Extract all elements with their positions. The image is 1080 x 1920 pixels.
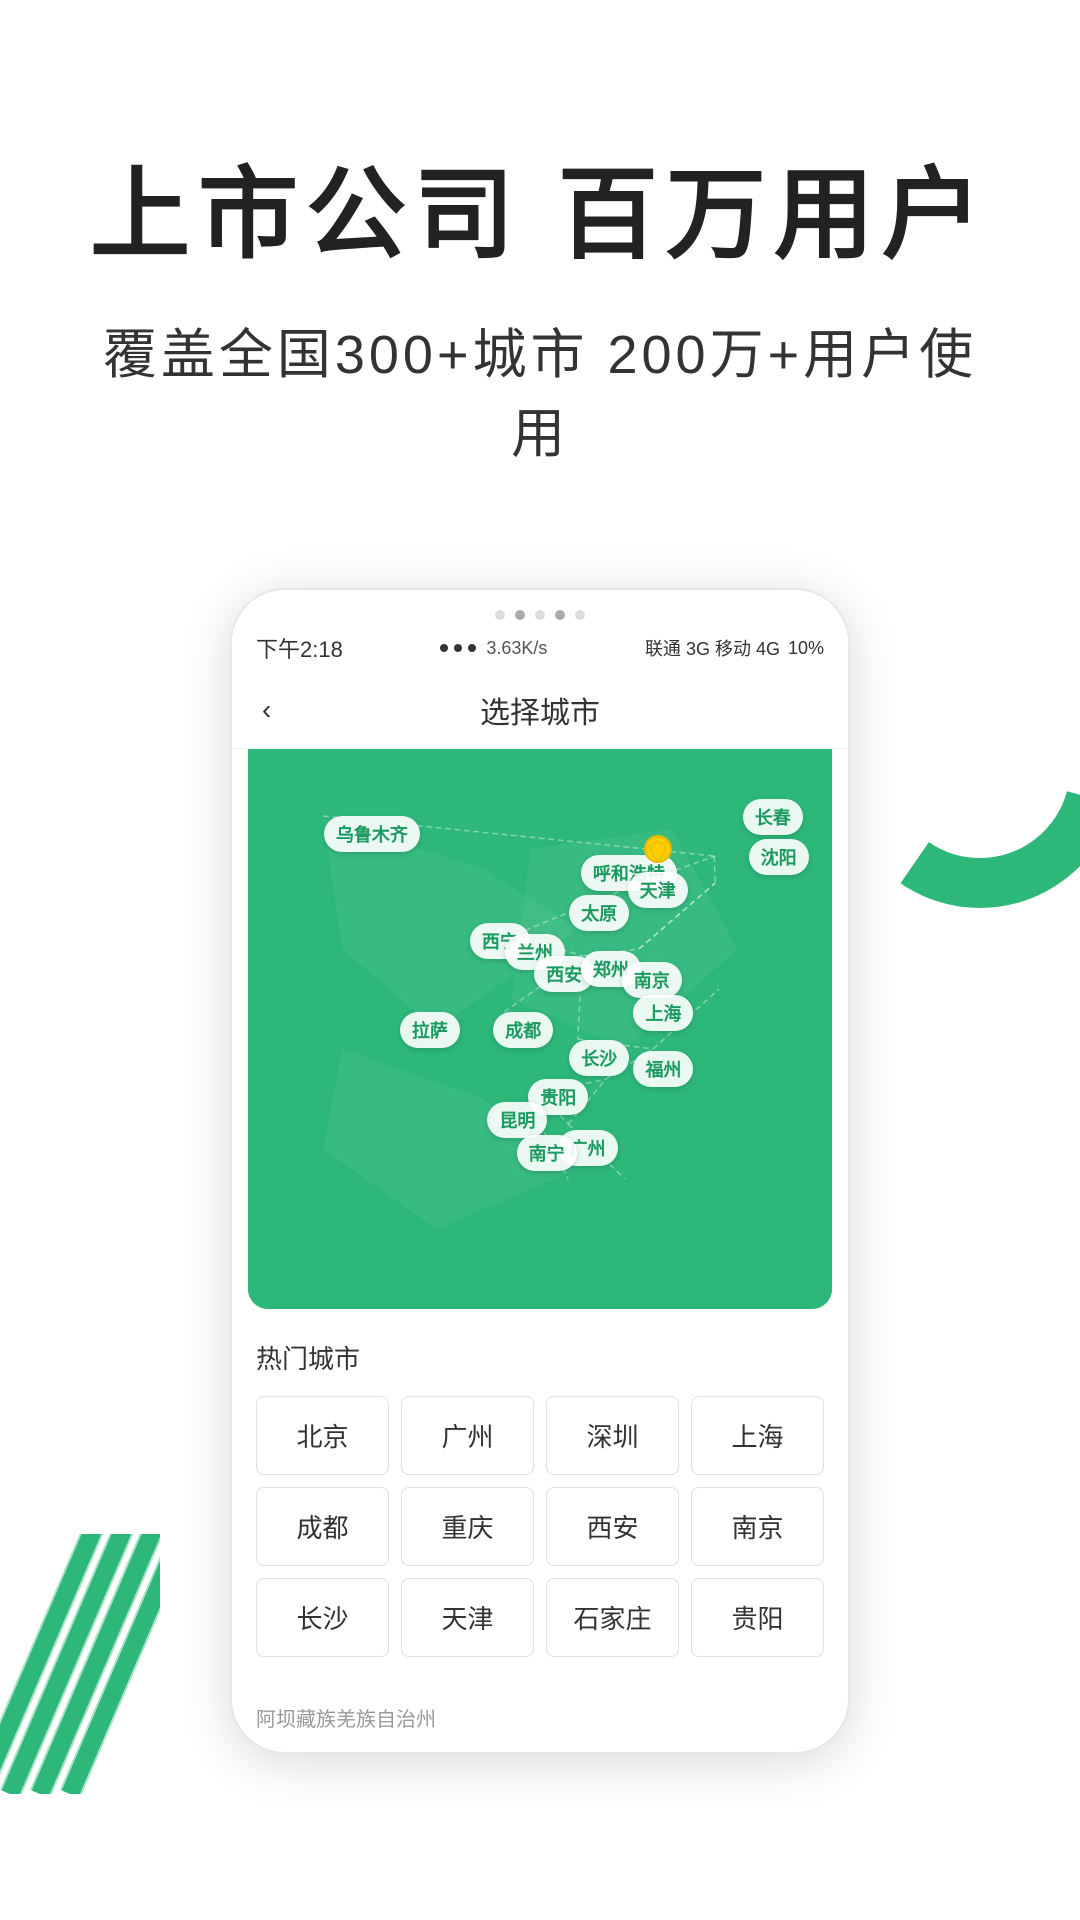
status-bar: 下午2:18 3.63K/s 联通 3G 移动 4G 10% bbox=[232, 620, 848, 672]
top-section: 上市公司 百万用户 覆盖全国300+城市 200万+用户使用 bbox=[0, 0, 1080, 528]
dot4 bbox=[555, 610, 565, 620]
city-grid: 北京广州深圳上海成都重庆西安南京长沙天津石家庄贵阳 bbox=[256, 1396, 824, 1657]
city-taiyuan[interactable]: 太原 bbox=[569, 895, 629, 931]
phone-mockup: 下午2:18 3.63K/s 联通 3G 移动 4G 10% ‹ 选择城市 bbox=[230, 588, 850, 1754]
city-fuzhou[interactable]: 福州 bbox=[633, 1051, 693, 1087]
dot1 bbox=[495, 610, 505, 620]
city-nanjing[interactable]: 南京 bbox=[622, 962, 682, 998]
phone-section: 下午2:18 3.63K/s 联通 3G 移动 4G 10% ‹ 选择城市 bbox=[0, 528, 1080, 1794]
city-button-石家庄[interactable]: 石家庄 bbox=[546, 1578, 679, 1657]
status-center: 3.63K/s bbox=[440, 638, 547, 659]
city-button-成都[interactable]: 成都 bbox=[256, 1487, 389, 1566]
city-wulumuqi[interactable]: 乌鲁木齐 bbox=[324, 816, 420, 852]
city-changchun[interactable]: 长春 bbox=[743, 799, 803, 835]
city-tianjin-label: 天津 bbox=[628, 872, 688, 908]
city-tianjin-container[interactable]: 天津 bbox=[628, 872, 688, 908]
city-shanghai[interactable]: 上海 bbox=[633, 995, 693, 1031]
city-button-重庆[interactable]: 重庆 bbox=[401, 1487, 534, 1566]
stripe-decoration bbox=[0, 1534, 160, 1794]
back-button[interactable]: ‹ bbox=[262, 694, 271, 726]
stripes-svg bbox=[0, 1534, 160, 1794]
dot5 bbox=[575, 610, 585, 620]
city-button-天津[interactable]: 天津 bbox=[401, 1578, 534, 1657]
hot-cities-section: 热门城市 北京广州深圳上海成都重庆西安南京长沙天津石家庄贵阳 bbox=[232, 1309, 848, 1687]
hot-cities-title: 热门城市 bbox=[256, 1339, 824, 1376]
city-button-广州[interactable]: 广州 bbox=[401, 1396, 534, 1475]
city-button-贵阳[interactable]: 贵阳 bbox=[691, 1578, 824, 1657]
status-dot1 bbox=[440, 644, 448, 652]
city-button-深圳[interactable]: 深圳 bbox=[546, 1396, 679, 1475]
phone-top-notch bbox=[232, 590, 848, 620]
status-battery: 10% bbox=[788, 638, 824, 659]
status-speed: 3.63K/s bbox=[486, 638, 547, 659]
city-chengdu[interactable]: 成都 bbox=[493, 1012, 553, 1048]
city-button-西安[interactable]: 西安 bbox=[546, 1487, 679, 1566]
city-kunming[interactable]: 昆明 bbox=[487, 1102, 547, 1138]
dot3 bbox=[535, 610, 545, 620]
page-container: 上市公司 百万用户 覆盖全国300+城市 200万+用户使用 下午2:18 bbox=[0, 0, 1080, 1794]
city-button-长沙[interactable]: 长沙 bbox=[256, 1578, 389, 1657]
city-button-上海[interactable]: 上海 bbox=[691, 1396, 824, 1475]
tianjin-pin-icon bbox=[643, 834, 673, 870]
status-time: 下午2:18 bbox=[256, 632, 343, 664]
nav-bar: ‹ 选择城市 bbox=[232, 672, 848, 749]
dot2 bbox=[515, 610, 525, 620]
city-button-北京[interactable]: 北京 bbox=[256, 1396, 389, 1475]
city-nanning[interactable]: 南宁 bbox=[517, 1135, 577, 1171]
main-title: 上市公司 百万用户 bbox=[80, 160, 1000, 270]
status-dot3 bbox=[468, 644, 476, 652]
bottom-text: 阿坝藏族羌族自治州 bbox=[232, 1687, 848, 1752]
city-changsha[interactable]: 长沙 bbox=[569, 1040, 629, 1076]
green-arc-decoration bbox=[840, 628, 1080, 908]
map-area[interactable]: 乌鲁木齐 长春 沈阳 呼和浩特 天津 太原 西宁 兰州 bbox=[248, 749, 832, 1309]
city-shenyang[interactable]: 沈阳 bbox=[749, 839, 809, 875]
city-lasa[interactable]: 拉萨 bbox=[400, 1012, 460, 1048]
city-button-南京[interactable]: 南京 bbox=[691, 1487, 824, 1566]
sub-title: 覆盖全国300+城市 200万+用户使用 bbox=[80, 310, 1000, 468]
nav-title: 选择城市 bbox=[480, 688, 600, 732]
status-carrier: 联通 3G 移动 4G bbox=[645, 635, 780, 661]
status-right: 联通 3G 移动 4G 10% bbox=[645, 635, 824, 661]
status-dot2 bbox=[454, 644, 462, 652]
